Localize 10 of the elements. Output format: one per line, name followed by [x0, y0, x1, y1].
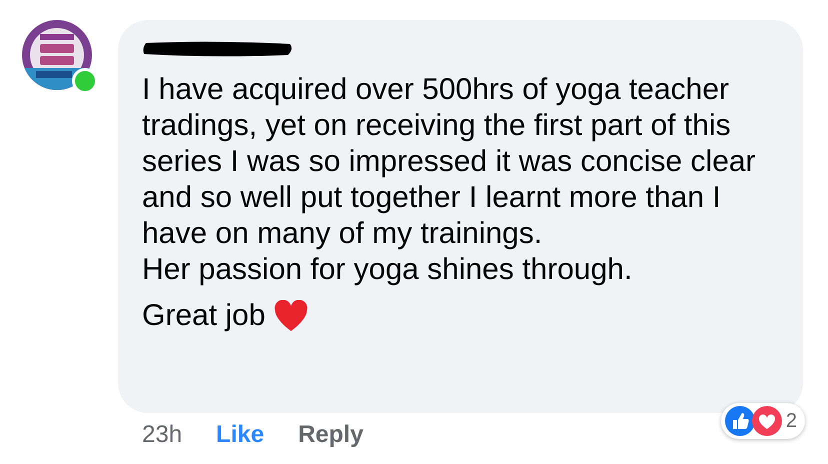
thumbs-up-icon: [724, 406, 755, 436]
comment-text: I have acquired over 500hrs of yoga teacher tradings, yet on receiving the first part of this series I was so impressed it was concise clear and so well put together I learnt more than I have on many of my trainings.: [142, 72, 757, 252]
comment-text: Great job: [142, 298, 266, 334]
comment-time: 23h: [142, 421, 182, 449]
heart-icon: [273, 300, 310, 332]
comment-text: Her passion for yoga shines through.: [142, 252, 634, 288]
comment-action-link[interactable]: Reply: [298, 421, 364, 449]
reaction-count: 2: [786, 410, 797, 432]
reaction-summary[interactable]: 2: [720, 403, 805, 439]
comment-action-link[interactable]: Like: [216, 421, 264, 449]
